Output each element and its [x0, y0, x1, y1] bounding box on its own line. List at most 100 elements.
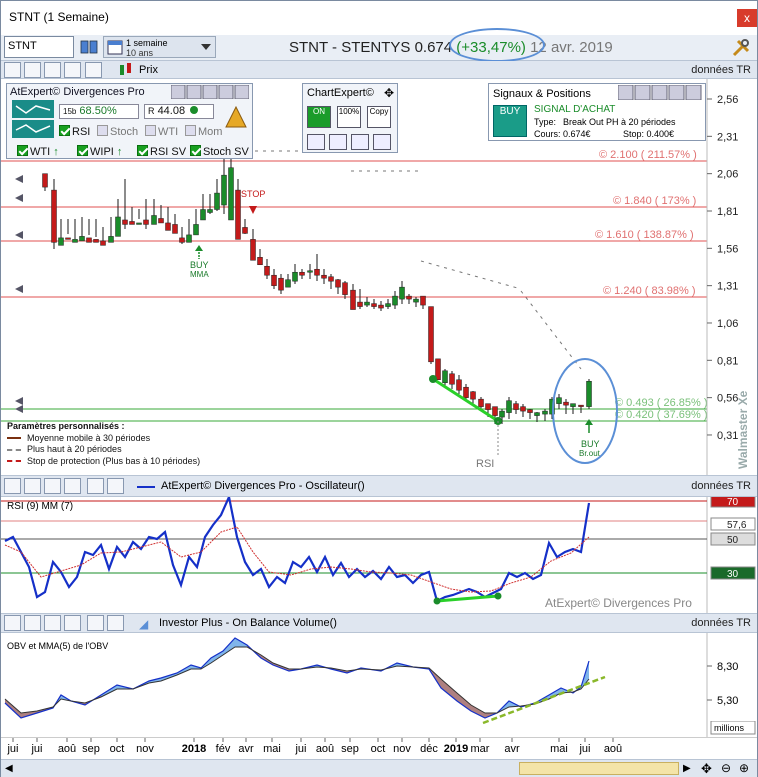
obv-indicator-icon[interactable]	[24, 615, 41, 631]
obv-edit-icon[interactable]	[64, 615, 81, 631]
high-line	[420, 260, 522, 290]
tool1-icon[interactable]	[307, 134, 325, 150]
window-icon[interactable]	[85, 62, 102, 78]
osc-close-icon[interactable]	[107, 478, 124, 494]
obv-chart[interactable]: OBV et MMA(5) de l'OBV millions 8,30 5,30	[1, 633, 757, 737]
osc-scale-icon[interactable]	[44, 478, 61, 494]
copy-button[interactable]: Copy	[367, 106, 391, 128]
osc-indicator-icon[interactable]	[24, 478, 41, 494]
val-badge[interactable]: R 44.08	[144, 104, 214, 119]
param-item: Moyenne mobile à 30 périodes	[7, 433, 200, 445]
candle	[371, 303, 377, 307]
osc-divergence-point	[433, 597, 441, 605]
candle	[264, 266, 270, 276]
candle	[321, 274, 327, 279]
candle	[492, 406, 498, 416]
scrollbar[interactable]: ◀ ▶ ✥ ⊖ ⊕	[1, 759, 757, 777]
zoom-out-icon[interactable]: ⊖	[721, 761, 731, 775]
param-item: Stop de protection (Plus bas à 10 périod…	[7, 456, 200, 468]
check-wti-sv[interactable]: WTI ↑	[17, 145, 59, 160]
candle	[328, 276, 334, 282]
edit-icon[interactable]	[64, 62, 81, 78]
obv-close-icon[interactable]	[107, 615, 124, 631]
osc-tick-label: 57,6	[727, 520, 747, 531]
obv-scale-icon[interactable]	[44, 615, 61, 631]
candle	[235, 189, 241, 240]
check-stoch-sv[interactable]: Stoch SV	[190, 145, 249, 160]
scroll-left-icon[interactable]: ◀	[5, 763, 13, 774]
indicator-icon[interactable]	[24, 62, 41, 78]
period-selector[interactable]: 1 semaine 10 ans	[103, 36, 216, 58]
check-wti[interactable]: WTI	[145, 125, 178, 140]
check-rsi-sv[interactable]: RSI SV	[137, 145, 186, 160]
bell-icon[interactable]	[221, 102, 251, 132]
candle	[42, 173, 48, 188]
divergence-icon[interactable]	[12, 100, 54, 138]
candle	[442, 370, 448, 383]
level-label: © 0.420 ( 37.69% )	[615, 409, 708, 421]
candle	[364, 301, 370, 306]
signals-icons[interactable]	[617, 84, 702, 103]
candle	[193, 224, 199, 236]
check-wipi[interactable]: WIPI ↑	[77, 145, 122, 160]
candle	[278, 277, 284, 291]
x-tick-label: fév	[216, 743, 231, 755]
obv-toolbar: ◢ Investor Plus - On Balance Volume() do…	[1, 613, 757, 633]
y-tick-label: 0,81	[717, 355, 738, 367]
check-mom[interactable]: Mom	[185, 125, 222, 140]
y-tick-label: 1,31	[717, 281, 738, 293]
check-stoch[interactable]: Stoch	[97, 125, 138, 140]
obv-crosshair-icon[interactable]	[4, 615, 21, 631]
watermark: Walmaster Xe	[736, 390, 750, 469]
x-tick-label: aoû	[58, 743, 76, 755]
signal-type-label: Type:	[534, 117, 557, 127]
x-tick-label: aoû	[604, 743, 622, 755]
obv-window-icon[interactable]	[87, 615, 104, 631]
obv-icon: ◢	[139, 617, 149, 631]
candle	[463, 386, 469, 398]
move-icon[interactable]: ✥	[384, 86, 394, 100]
osc-tick-label: 30	[727, 569, 739, 580]
scroll-thumb[interactable]	[519, 762, 679, 775]
candle	[86, 237, 92, 243]
scroll-right-icon[interactable]: ▶	[683, 763, 691, 774]
tool3-icon[interactable]	[351, 134, 369, 150]
on-button[interactable]: ON	[307, 106, 331, 128]
tools-icon[interactable]	[731, 38, 751, 58]
pct-badge[interactable]: 15b 68.50%	[59, 104, 139, 119]
osc-window-icon[interactable]	[87, 478, 104, 494]
buy1-sub: MMA	[190, 270, 209, 279]
atexpert-window-icons[interactable]	[170, 84, 250, 102]
pin-icon	[15, 285, 23, 293]
x-tick-label: jui	[294, 743, 306, 755]
price-data-source: données TR	[691, 64, 751, 76]
signal-stop: Stop: 0.400€	[623, 129, 675, 139]
x-tick-label: 2019	[444, 743, 468, 755]
zoom-button[interactable]: 100%	[337, 106, 361, 128]
signal-name: SIGNAL D'ACHAT	[534, 104, 616, 115]
check-rsi[interactable]: RSI	[59, 125, 90, 140]
osc-edit-icon[interactable]	[64, 478, 81, 494]
x-tick-label: jui	[30, 743, 42, 755]
tool4-icon[interactable]	[373, 134, 391, 150]
pin-icon	[15, 231, 23, 239]
buy2-sub: Br.out	[579, 449, 601, 458]
scale-icon[interactable]	[44, 62, 61, 78]
candle	[58, 237, 64, 246]
chevron-down-icon	[201, 44, 211, 50]
tool2-icon[interactable]	[329, 134, 347, 150]
symbol-input[interactable]: STNT	[4, 36, 74, 58]
candle	[499, 410, 505, 418]
osc-crosshair-icon[interactable]	[4, 478, 21, 494]
x-tick-label: mai	[550, 743, 568, 755]
zoom-in-icon[interactable]: ⊕	[739, 761, 749, 775]
candle	[250, 239, 256, 261]
candle	[578, 404, 584, 407]
pan-icon[interactable]: ✥	[701, 761, 712, 777]
candle	[257, 257, 263, 266]
crosshair-icon[interactable]	[4, 62, 21, 78]
oscillator-chart[interactable]: RSI (9) MM (7) AtExpert© Divergences Pro…	[1, 497, 757, 613]
candle	[228, 167, 234, 221]
close-button[interactable]: x	[737, 9, 757, 27]
book-icon[interactable]	[80, 38, 98, 56]
